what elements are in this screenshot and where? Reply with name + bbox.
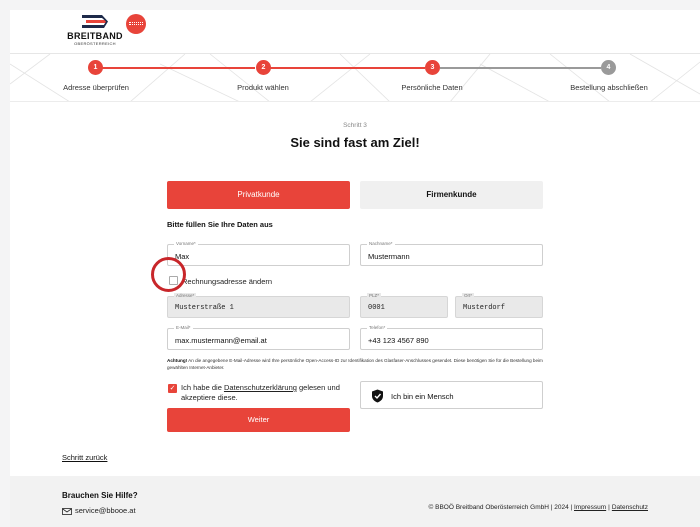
datenschutz-link[interactable]: Datenschutz <box>612 504 648 511</box>
plz-value: 0001 <box>368 304 385 312</box>
help-email: service@bbooe.at <box>75 506 136 515</box>
step-3-label[interactable]: Persönliche Daten <box>401 83 462 92</box>
page-title: Sie sind fast am Ziel! <box>290 135 420 150</box>
brand-name: BREITBAND <box>67 31 123 41</box>
ort-field: Ort* Musterdorf <box>455 293 543 318</box>
site-footer: Brauchen Sie Hilfe? service@bbooe.at © B… <box>10 476 700 527</box>
back-link[interactable]: Schritt zurück <box>62 453 107 462</box>
step-connector-1 <box>99 67 255 69</box>
step-4-dot: 4 <box>601 60 616 75</box>
tab-firmenkunde[interactable]: Firmenkunde <box>360 181 543 209</box>
breitband-logo[interactable]: BREITBAND OBERÖSTERREICH <box>62 14 128 50</box>
brand-subtitle: OBERÖSTERREICH <box>74 41 116 46</box>
page: BREITBAND OBERÖSTERREICH 1 2 3 4 Adresse… <box>10 10 700 527</box>
step-kicker: Schritt 3 <box>343 122 367 129</box>
progress-stepper: 1 2 3 4 Adresse überprüfen Produkt wähle… <box>10 54 700 102</box>
telefon-value: +43 123 4567 890 <box>368 336 429 345</box>
telefon-field[interactable]: Telefon* +43 123 4567 890 <box>360 325 543 350</box>
plz-field: PLZ* 0001 <box>360 293 448 318</box>
copyright-text: © BBOÖ Breitband Oberösterreich GmbH | 2… <box>428 504 573 511</box>
help-title: Brauchen Sie Hilfe? <box>62 491 138 500</box>
ort-value: Musterdorf <box>463 304 506 312</box>
highlight-ring-annotation <box>151 257 186 292</box>
ort-label: Ort* <box>462 293 475 299</box>
step-connector-3 <box>440 67 601 69</box>
human-verification-label: Ich bin ein Mensch <box>391 392 454 401</box>
adresse-field: Adresse* Musterstraße 1 <box>167 293 350 318</box>
consent-prefix: Ich habe die <box>181 383 224 392</box>
step-2-label[interactable]: Produkt wählen <box>237 83 289 92</box>
step-2-dot[interactable]: 2 <box>256 60 271 75</box>
privacy-consent-label[interactable]: Ich habe die Datenschutzerklärung gelese… <box>181 383 361 403</box>
notice-text: An die angegebene E-Mail-Adresse wird Ih… <box>167 358 543 370</box>
email-notice: Achtung! An die angegebene E-Mail-Adress… <box>167 358 547 371</box>
vorname-field[interactable]: Vorname* Max <box>167 241 350 266</box>
email-field[interactable]: E-Mail* max.mustermann@email.at <box>167 325 350 350</box>
nachname-label: Nachname* <box>367 241 395 247</box>
stepper-background-pattern <box>10 54 700 101</box>
adresse-value: Musterstraße 1 <box>175 304 234 312</box>
vorname-label: Vorname* <box>174 241 198 247</box>
weiter-button[interactable]: Weiter <box>167 408 350 432</box>
telefon-label: Telefon* <box>367 325 388 331</box>
partner-badge-icon <box>126 14 146 34</box>
shield-check-icon <box>372 389 383 403</box>
email-label: E-Mail* <box>174 325 193 331</box>
step-1-dot[interactable]: 1 <box>88 60 103 75</box>
notice-strong: Achtung! <box>167 358 188 363</box>
site-header: BREITBAND OBERÖSTERREICH <box>10 10 700 54</box>
tab-privatkunde[interactable]: Privatkunde <box>167 181 350 209</box>
adresse-label: Adresse* <box>174 293 197 299</box>
nachname-field[interactable]: Nachname* Mustermann <box>360 241 543 266</box>
breitband-logo-mark-icon <box>82 15 108 28</box>
plz-label: PLZ* <box>367 293 382 299</box>
mail-icon <box>62 507 72 515</box>
billing-address-label[interactable]: Rechnungsadresse ändern <box>182 277 272 286</box>
step-3-dot[interactable]: 3 <box>425 60 440 75</box>
step-1-label[interactable]: Adresse überprüfen <box>63 83 129 92</box>
step-connector-2 <box>270 67 425 69</box>
help-email-link[interactable]: service@bbooe.at <box>62 506 136 515</box>
form-section-title: Bitte füllen Sie Ihre Daten aus <box>167 220 273 229</box>
privacy-consent-checkbox[interactable]: ✓ <box>168 384 177 393</box>
email-value: max.mustermann@email.at <box>175 336 267 345</box>
nachname-value: Mustermann <box>368 252 410 261</box>
footer-legal: © BBOÖ Breitband Oberösterreich GmbH | 2… <box>428 504 648 511</box>
impressum-link[interactable]: Impressum <box>574 504 606 511</box>
human-verification-widget[interactable]: Ich bin ein Mensch <box>360 381 543 409</box>
step-4-label: Bestellung abschließen <box>570 83 648 92</box>
privacy-policy-link[interactable]: Datenschutzerklärung <box>224 383 297 392</box>
